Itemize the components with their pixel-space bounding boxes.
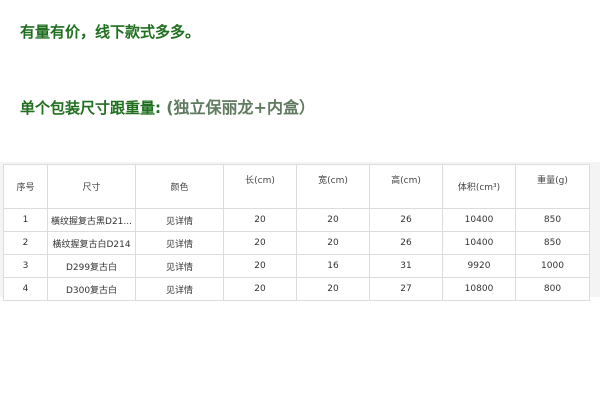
cell-index: 4 <box>3 277 48 301</box>
package-heading-note: (独立保丽龙+内盒） <box>166 98 315 117</box>
cell-height: 31 <box>369 254 443 278</box>
cell-color: 见详情 <box>135 231 224 255</box>
spec-table: 序号 尺寸 颜色 长(cm) 宽(cm) 高(cm) 体积(cm³) 重量(g)… <box>3 164 590 301</box>
cell-height: 26 <box>369 231 443 255</box>
cell-weight: 1000 <box>515 254 590 278</box>
cell-index: 2 <box>3 231 48 255</box>
header-volume: 体积(cm³) <box>442 164 516 209</box>
table-row: 1 橫纹握复古黑D21... 见详情 20 20 26 10400 850 <box>3 208 590 232</box>
cell-width: 20 <box>296 208 370 232</box>
cell-height: 26 <box>369 208 443 232</box>
cell-volume: 9920 <box>442 254 516 278</box>
header-width: 宽(cm) <box>296 164 370 209</box>
table-row: 3 D299复古白 见详情 20 16 31 9920 1000 <box>3 254 590 278</box>
package-heading-main: 单个包装尺寸跟重量: <box>20 99 167 117</box>
package-heading: 单个包装尺寸跟重量: (独立保丽龙+内盒） <box>20 94 315 118</box>
cell-index: 1 <box>3 208 48 232</box>
cell-color: 见详情 <box>135 277 224 301</box>
cell-size: 橫纹握复古黑D21... <box>47 208 136 232</box>
cell-width: 20 <box>296 231 370 255</box>
cell-length: 20 <box>223 277 297 301</box>
cell-volume: 10800 <box>442 277 516 301</box>
cell-height: 27 <box>369 277 443 301</box>
cell-size: 橫纹握复古白D214 <box>47 231 136 255</box>
cell-width: 20 <box>296 277 370 301</box>
cell-color: 见详情 <box>135 208 224 232</box>
table-header-row: 序号 尺寸 颜色 长(cm) 宽(cm) 高(cm) 体积(cm³) 重量(g) <box>3 164 590 209</box>
cell-length: 20 <box>223 254 297 278</box>
cell-color: 见详情 <box>135 254 224 278</box>
cell-length: 20 <box>223 231 297 255</box>
header-length: 长(cm) <box>223 164 297 209</box>
table-row: 4 D300复古白 见详情 20 20 27 10800 800 <box>3 277 590 301</box>
cell-size: D300复古白 <box>47 277 136 301</box>
cell-weight: 800 <box>515 277 590 301</box>
cell-volume: 10400 <box>442 208 516 232</box>
spec-table-container: 序号 尺寸 颜色 长(cm) 宽(cm) 高(cm) 体积(cm³) 重量(g)… <box>0 162 600 301</box>
cell-size: D299复古白 <box>47 254 136 278</box>
cell-length: 20 <box>223 208 297 232</box>
intro-text: 有量有价，线下款式多多。 <box>20 23 201 41</box>
header-index: 序号 <box>3 164 48 209</box>
header-height: 高(cm) <box>369 164 443 209</box>
header-color: 颜色 <box>135 164 224 209</box>
cell-width: 16 <box>296 254 370 278</box>
cell-weight: 850 <box>515 231 590 255</box>
header-size: 尺寸 <box>47 164 136 209</box>
cell-weight: 850 <box>515 208 590 232</box>
cell-volume: 10400 <box>442 231 516 255</box>
cell-index: 3 <box>3 254 48 278</box>
table-row: 2 橫纹握复古白D214 见详情 20 20 26 10400 850 <box>3 231 590 255</box>
header-weight: 重量(g) <box>515 164 590 209</box>
